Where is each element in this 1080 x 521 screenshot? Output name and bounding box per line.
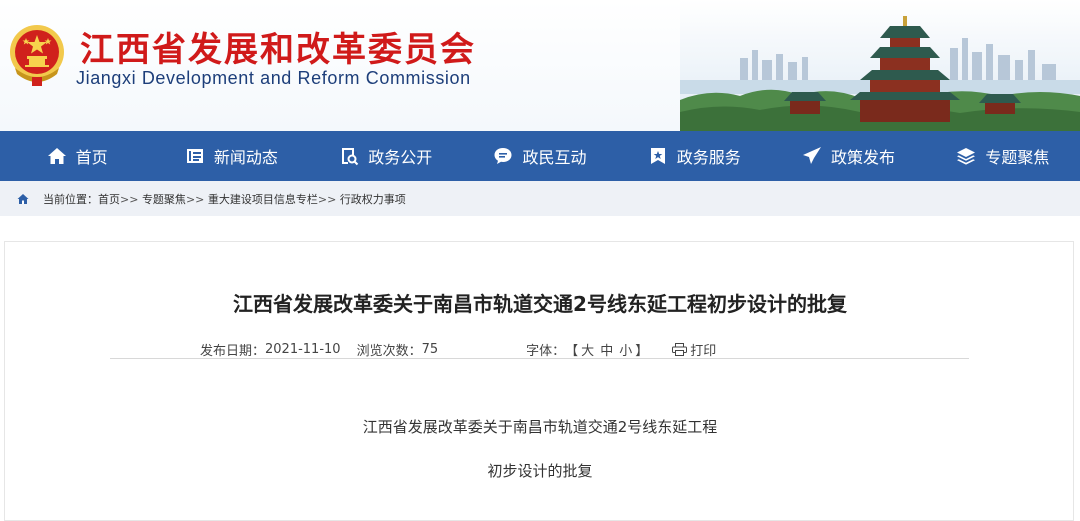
nav-label: 首页 bbox=[75, 148, 108, 167]
font-bracket-open: 【 bbox=[565, 344, 579, 359]
site-title: 江西省发展和改革委员会 bbox=[80, 30, 476, 70]
banner-tengwang-pavilion-image bbox=[680, 0, 1080, 131]
breadcrumb-separator: >> bbox=[120, 192, 139, 206]
article-body-line: 初步设计的批复 bbox=[487, 462, 593, 480]
nav-item-topics[interactable]: 专题聚焦 bbox=[926, 131, 1080, 181]
article-meta: 发布日期： 2021-11-10 浏览次数： 75 字体： 【 大 中 小 】 … bbox=[200, 340, 716, 359]
nav-label: 专题聚焦 bbox=[985, 148, 1050, 167]
nav-item-gov-disclosure[interactable]: 政务公开 bbox=[309, 131, 463, 181]
send-icon bbox=[803, 147, 822, 164]
national-emblem-icon bbox=[10, 25, 64, 86]
home-icon bbox=[47, 148, 66, 164]
nav-label: 政策发布 bbox=[831, 148, 896, 167]
chat-icon bbox=[494, 148, 512, 164]
publish-date-value: 2021-11-10 bbox=[265, 342, 341, 357]
breadcrumb-link-admin-power[interactable]: 行政权力事项 bbox=[340, 191, 406, 207]
font-bracket-close: 】 bbox=[635, 344, 649, 359]
print-button[interactable]: 打印 bbox=[672, 340, 716, 359]
nav-label: 政民互动 bbox=[522, 148, 587, 167]
nav-item-news[interactable]: 新闻动态 bbox=[154, 131, 308, 181]
breadcrumb: 当前位置： 首页 >> 专题聚焦 >> 重大建设项目信息专栏 >> 行政权力事项 bbox=[17, 191, 406, 207]
article-body-line: 江西省发展改革委关于南昌市轨道交通2号线东延工程 bbox=[362, 418, 718, 436]
main-nav: 首页 新闻动态 政务公开 政民互动 政务服务 政策发布 专题聚焦 bbox=[0, 131, 1080, 181]
nav-item-policy[interactable]: 政策发布 bbox=[771, 131, 925, 181]
breadcrumb-link-topics[interactable]: 专题聚焦 bbox=[142, 191, 186, 207]
breadcrumb-separator: >> bbox=[185, 192, 205, 206]
view-count-value: 75 bbox=[421, 342, 439, 357]
font-size-medium-button[interactable]: 中 bbox=[600, 340, 613, 359]
breadcrumb-link-projects[interactable]: 重大建设项目信息专栏 bbox=[208, 191, 318, 207]
breadcrumb-separator: >> bbox=[317, 192, 337, 206]
article-title: 江西省发展改革委关于南昌市轨道交通2号线东延工程初步设计的批复 bbox=[233, 292, 847, 316]
print-label: 打印 bbox=[690, 344, 717, 359]
font-size-small-button[interactable]: 小 bbox=[619, 340, 632, 359]
bookmark-icon bbox=[650, 148, 665, 164]
article-panel: 江西省发展改革委关于南昌市轨道交通2号线东延工程初步设计的批复 发布日期： 20… bbox=[4, 241, 1074, 521]
breadcrumb-link-home[interactable]: 首页 bbox=[98, 191, 120, 207]
nav-item-interaction[interactable]: 政民互动 bbox=[463, 131, 617, 181]
site-header: 江西省发展和改革委员会 Jiangxi Development and Refo… bbox=[0, 0, 1080, 131]
font-size-large-button[interactable]: 大 bbox=[581, 340, 594, 359]
view-count-label: 浏览次数： bbox=[356, 344, 422, 359]
breadcrumb-bar: 当前位置： 首页 >> 专题聚焦 >> 重大建设项目信息专栏 >> 行政权力事项 bbox=[0, 181, 1080, 216]
nav-label: 政务服务 bbox=[676, 148, 741, 167]
printer-icon bbox=[672, 343, 688, 356]
layers-icon bbox=[957, 148, 976, 165]
nav-item-home[interactable]: 首页 bbox=[0, 131, 154, 181]
nav-label: 新闻动态 bbox=[213, 148, 278, 167]
news-icon bbox=[186, 149, 203, 163]
nav-label: 政务公开 bbox=[368, 148, 433, 167]
meta-divider bbox=[110, 358, 969, 359]
publish-date-label: 发布日期： bbox=[200, 344, 266, 359]
font-size-label: 字体： bbox=[526, 344, 566, 359]
breadcrumb-prefix: 当前位置： bbox=[43, 193, 98, 206]
nav-item-gov-services[interactable]: 政务服务 bbox=[617, 131, 771, 181]
search-doc-icon bbox=[342, 148, 359, 166]
location-house-icon bbox=[17, 194, 29, 204]
site-subtitle: Jiangxi Development and Reform Commissio… bbox=[76, 68, 471, 88]
